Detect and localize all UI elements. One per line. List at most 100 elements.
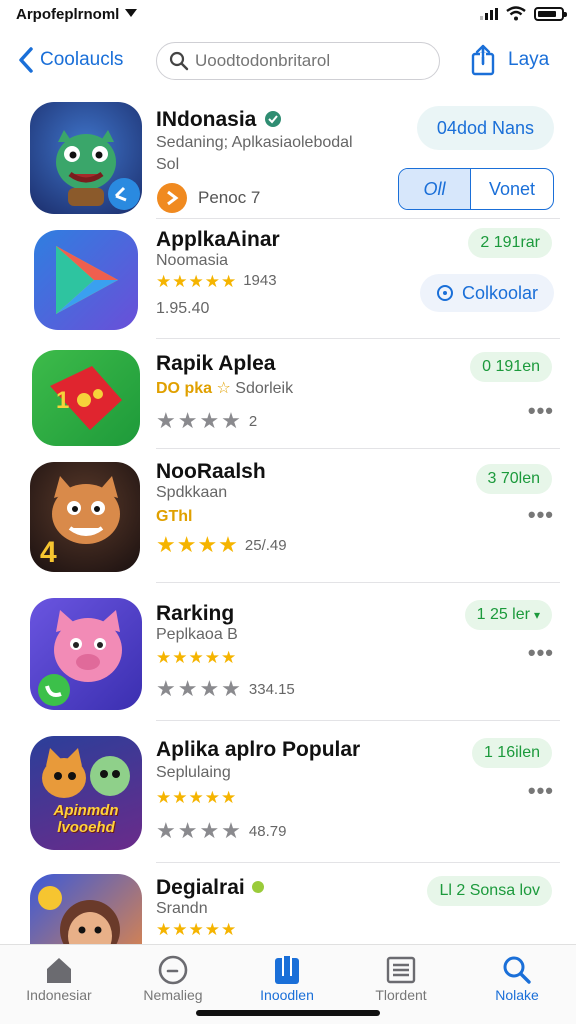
more-options-button[interactable]: ••• bbox=[528, 398, 554, 424]
status-bar: Arpofeplrnoml bbox=[0, 0, 576, 34]
tab-search[interactable]: Nolake bbox=[462, 953, 572, 1003]
svg-text:1: 1 bbox=[56, 387, 69, 414]
app-title: ApplkaAinar bbox=[156, 228, 280, 251]
app-subtitle: Seplulaing bbox=[156, 764, 231, 781]
divider bbox=[156, 338, 560, 339]
play-triangle-icon bbox=[56, 246, 118, 314]
list-item[interactable]: 1 Rapik Aplea DO pka ☆ Sdorleik ★★★★ 2 0 … bbox=[0, 340, 576, 449]
list-item[interactable]: Apinmdn lvooehd Aplika aplro Popular Sep… bbox=[0, 726, 576, 863]
divider bbox=[156, 218, 560, 219]
app-subtitle-line2: Sol bbox=[156, 156, 180, 173]
divider bbox=[156, 862, 560, 863]
location-arrow-icon bbox=[125, 9, 138, 17]
wifi-icon bbox=[506, 6, 526, 21]
red-game-icon: 1 bbox=[50, 366, 122, 430]
app-subtitle: Noomasia bbox=[156, 252, 229, 269]
app-size: 1.95.40 bbox=[156, 300, 210, 317]
star-rating: ★★★★ 25/.49 bbox=[156, 532, 287, 557]
divider bbox=[156, 582, 560, 583]
creature-character-icon bbox=[56, 130, 140, 210]
home-indicator bbox=[196, 1010, 380, 1016]
more-options-button[interactable]: ••• bbox=[528, 778, 554, 804]
back-label: Coolaucls bbox=[40, 49, 124, 70]
star-rating: ★★★★★ bbox=[156, 788, 238, 807]
clock-icon bbox=[158, 955, 188, 985]
get-button[interactable]: 1 25 ler ▾ bbox=[464, 600, 552, 630]
segment-option-vonet[interactable]: Vonet bbox=[471, 169, 553, 209]
get-button[interactable]: 3 70len bbox=[475, 464, 552, 494]
orange-badge-icon bbox=[157, 183, 187, 213]
app-title: Rarking bbox=[156, 602, 235, 625]
get-button[interactable]: Ll 2 Sonsa lov bbox=[427, 876, 552, 906]
app-subtitle: Peplkaoa B bbox=[156, 626, 238, 643]
search-bar[interactable] bbox=[156, 42, 440, 80]
app-tag: GThl bbox=[156, 508, 193, 525]
app-icon bbox=[30, 598, 142, 710]
app-icon-label: Apinmdn lvooehd bbox=[53, 802, 119, 836]
list-item[interactable]: INdonasia Sedaning; Aplkasiaolebodal Sol… bbox=[0, 90, 576, 219]
battery-icon bbox=[534, 6, 567, 21]
app-meta-text: Penoc 7 bbox=[198, 188, 261, 207]
apps-icon bbox=[275, 956, 299, 984]
rating-count: 1943 bbox=[243, 272, 277, 289]
collection-button[interactable]: Colkoolar bbox=[419, 274, 554, 312]
svg-text:4: 4 bbox=[40, 536, 57, 569]
get-button[interactable]: 0 191en bbox=[470, 352, 552, 382]
search-input[interactable] bbox=[195, 51, 425, 71]
secondary-rating: ★★★★ 48.79 bbox=[156, 818, 287, 843]
app-title: INdonasia bbox=[156, 108, 282, 132]
app-subtitle: Srandn bbox=[156, 900, 208, 917]
tab-list[interactable]: Tlordent bbox=[346, 953, 456, 1003]
app-subtitle: Sedaning; Aplkasiaolebodal bbox=[156, 134, 353, 151]
app-icon: 4 bbox=[30, 462, 140, 572]
search-icon bbox=[169, 51, 189, 71]
home-icon bbox=[47, 958, 71, 983]
list-icon bbox=[386, 956, 416, 984]
star-rating: ★★★★★ bbox=[156, 920, 238, 939]
cat-character-icon: 4 bbox=[40, 476, 120, 569]
pig-character-icon bbox=[38, 610, 122, 706]
segmented-control: Oll Vonet bbox=[398, 168, 554, 210]
search-icon bbox=[503, 956, 531, 984]
list-item[interactable]: ApplkaAinar Noomasia ★★★★★ 1943 1.95.40 2… bbox=[0, 220, 576, 339]
app-icon: Apinmdn lvooehd bbox=[30, 736, 142, 850]
app-title: Degialrai bbox=[156, 876, 265, 900]
app-title: NooRaalsh bbox=[156, 460, 266, 483]
app-subtitle: DO pka ☆ Sdorleik bbox=[156, 380, 294, 397]
character-face-icon bbox=[38, 886, 120, 944]
more-options-button[interactable]: ••• bbox=[528, 640, 554, 666]
app-subtitle: Spdkkaan bbox=[156, 484, 228, 501]
app-icon bbox=[30, 102, 142, 214]
clock-icon bbox=[436, 285, 453, 301]
carrier-label: Arpofeplrnoml bbox=[16, 6, 138, 23]
app-title: Rapik Aplea bbox=[156, 352, 276, 375]
app-icon bbox=[30, 874, 142, 944]
get-button[interactable]: 1 16ilen bbox=[471, 738, 552, 768]
chevron-left-icon bbox=[19, 47, 33, 73]
back-button[interactable]: Coolaucls bbox=[18, 46, 123, 74]
more-options-button[interactable]: ••• bbox=[528, 502, 554, 528]
tab-home[interactable]: Indonesiar bbox=[4, 953, 114, 1003]
tab-apps[interactable]: Inoodlen bbox=[232, 953, 342, 1003]
app-icon: 1 bbox=[32, 350, 140, 446]
list-item[interactable]: 4 NooRaalsh Spdkkaan GThl ★★★★ 25/.49 3 7… bbox=[0, 452, 576, 583]
divider bbox=[156, 448, 560, 449]
app-title: Aplika aplro Popular bbox=[156, 738, 361, 761]
get-button[interactable]: 2 191rar bbox=[468, 228, 552, 258]
green-dot-icon bbox=[251, 881, 264, 893]
tab-recent[interactable]: Nemalieg bbox=[118, 953, 228, 1003]
share-label: Laya bbox=[508, 49, 550, 70]
verified-badge-icon bbox=[265, 111, 282, 127]
app-meta: Penoc 7 bbox=[156, 182, 260, 214]
segment-option-all[interactable]: Oll bbox=[399, 169, 471, 209]
divider bbox=[156, 720, 560, 721]
list-item[interactable]: Degialrai Srandn ★★★★★ Ll 2 Sonsa lov bbox=[0, 866, 576, 944]
download-button[interactable]: 04dod Nans bbox=[416, 106, 554, 150]
star-rating: ★★★★★ bbox=[156, 648, 238, 667]
star-rating: ★★★★★ 1943 bbox=[156, 272, 277, 291]
app-icon bbox=[34, 230, 138, 330]
star-rating: ★★★★ 2 bbox=[156, 408, 258, 433]
share-button[interactable]: Laya bbox=[470, 44, 549, 76]
list-item[interactable]: Rarking Peplkaoa B ★★★★★ ★★★★ 334.15 1 25… bbox=[0, 586, 576, 722]
share-icon bbox=[471, 44, 495, 76]
